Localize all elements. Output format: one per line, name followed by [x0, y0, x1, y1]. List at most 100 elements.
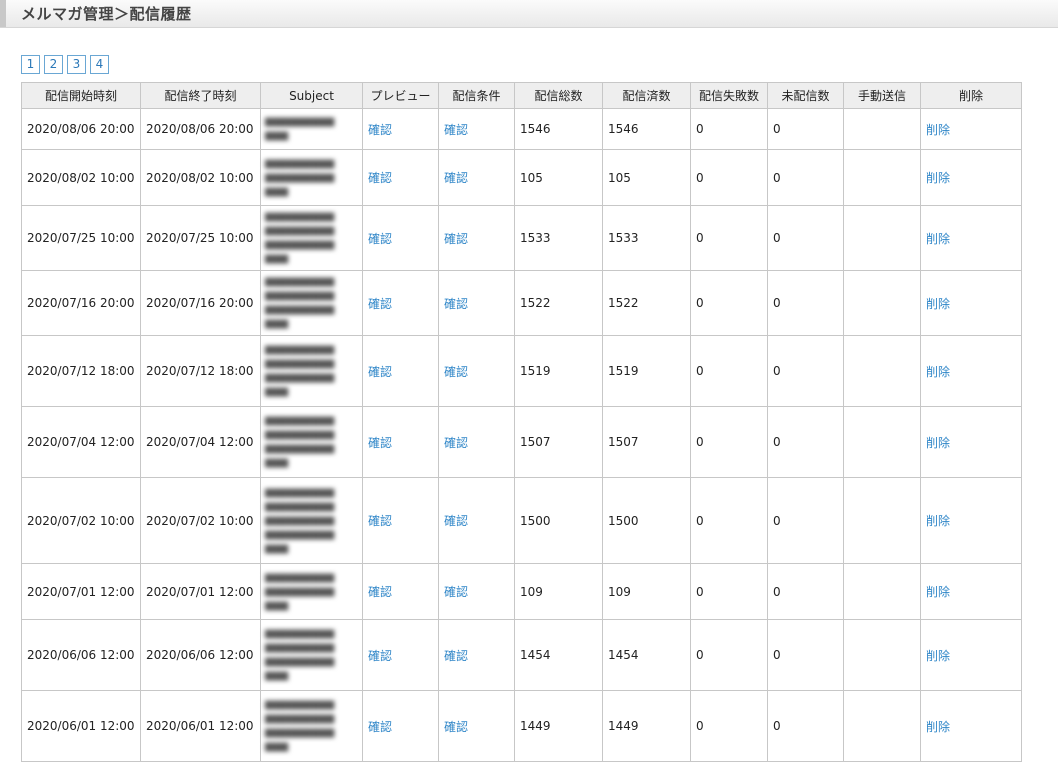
delete-cell: 削除	[920, 477, 1022, 564]
condition-confirm-link[interactable]: 確認	[444, 171, 468, 185]
preview-confirm-link[interactable]: 確認	[368, 436, 392, 450]
sent-count-cell: 1449	[602, 690, 691, 762]
table-header-row: 配信開始時刻 配信終了時刻 Subject プレビュー 配信条件 配信総数 配信…	[21, 82, 1022, 109]
manual-send-cell	[843, 270, 921, 336]
subject-cell: ▆▆▆▆▆▆▆▆▆ ▆▆▆▆▆▆▆▆▆ ▆▆▆▆▆▆▆▆▆ ▆▆▆	[260, 335, 363, 407]
page-button-2[interactable]: 2	[44, 55, 63, 74]
delete-link[interactable]: 削除	[926, 514, 950, 528]
end-time-cell: 2020/06/06 12:00	[140, 619, 261, 691]
failed-count-cell: 0	[690, 335, 768, 407]
delete-link[interactable]: 削除	[926, 123, 950, 137]
manual-send-cell	[843, 690, 921, 762]
unsent-count-cell: 0	[767, 205, 844, 271]
end-time-cell: 2020/08/06 20:00	[140, 108, 261, 150]
preview-confirm-link[interactable]: 確認	[368, 720, 392, 734]
delete-cell: 削除	[920, 270, 1022, 336]
condition-cell: 確認	[438, 619, 515, 691]
sent-count-cell: 1519	[602, 335, 691, 407]
start-time-cell: 2020/07/25 10:00	[21, 205, 141, 271]
condition-confirm-link[interactable]: 確認	[444, 232, 468, 246]
page-header: メルマガ管理＞配信履歴	[0, 0, 1058, 28]
delete-link[interactable]: 削除	[926, 365, 950, 379]
start-time-cell: 2020/07/12 18:00	[21, 335, 141, 407]
unsent-count-cell: 0	[767, 270, 844, 336]
column-header-delete: 削除	[920, 82, 1022, 109]
delete-cell: 削除	[920, 619, 1022, 691]
preview-cell: 確認	[362, 270, 439, 336]
manual-send-cell	[843, 406, 921, 478]
page-button-4[interactable]: 4	[90, 55, 109, 74]
page-button-1[interactable]: 1	[21, 55, 40, 74]
delete-link[interactable]: 削除	[926, 585, 950, 599]
condition-confirm-link[interactable]: 確認	[444, 123, 468, 137]
delete-link[interactable]: 削除	[926, 232, 950, 246]
delete-link[interactable]: 削除	[926, 436, 950, 450]
preview-confirm-link[interactable]: 確認	[368, 514, 392, 528]
total-count-cell: 1522	[514, 270, 603, 336]
preview-confirm-link[interactable]: 確認	[368, 297, 392, 311]
preview-confirm-link[interactable]: 確認	[368, 649, 392, 663]
total-count-cell: 1507	[514, 406, 603, 478]
preview-confirm-link[interactable]: 確認	[368, 585, 392, 599]
preview-cell: 確認	[362, 477, 439, 564]
subject-cell: ▆▆▆▆▆▆▆▆▆ ▆▆▆▆▆▆▆▆▆ ▆▆▆▆▆▆▆▆▆ ▆▆▆	[260, 619, 363, 691]
failed-count-cell: 0	[690, 690, 768, 762]
preview-cell: 確認	[362, 335, 439, 407]
table-row: 2020/07/16 20:00 2020/07/16 20:00 ▆▆▆▆▆▆▆▆…	[21, 270, 1022, 336]
condition-confirm-link[interactable]: 確認	[444, 365, 468, 379]
subject-redacted: ▆▆▆▆▆▆▆▆▆ ▆▆▆▆▆▆▆▆▆ ▆▆▆▆▆▆▆▆▆ ▆▆▆	[265, 699, 335, 752]
total-count-cell: 1500	[514, 477, 603, 564]
failed-count-cell: 0	[690, 108, 768, 150]
start-time-cell: 2020/08/02 10:00	[21, 149, 141, 206]
subject-cell: ▆▆▆▆▆▆▆▆▆ ▆▆▆▆▆▆▆▆▆ ▆▆▆▆▆▆▆▆▆ ▆▆▆	[260, 690, 363, 762]
table-row: 2020/07/04 12:00 2020/07/04 12:00 ▆▆▆▆▆▆▆▆…	[21, 406, 1022, 478]
manual-send-cell	[843, 477, 921, 564]
delete-cell: 削除	[920, 108, 1022, 150]
sent-count-cell: 109	[602, 563, 691, 620]
condition-confirm-link[interactable]: 確認	[444, 720, 468, 734]
delete-cell: 削除	[920, 149, 1022, 206]
failed-count-cell: 0	[690, 149, 768, 206]
condition-confirm-link[interactable]: 確認	[444, 436, 468, 450]
preview-confirm-link[interactable]: 確認	[368, 365, 392, 379]
sent-count-cell: 1500	[602, 477, 691, 564]
delete-link[interactable]: 削除	[926, 171, 950, 185]
subject-redacted: ▆▆▆▆▆▆▆▆▆ ▆▆▆	[265, 116, 335, 141]
unsent-count-cell: 0	[767, 108, 844, 150]
manual-send-cell	[843, 619, 921, 691]
preview-confirm-link[interactable]: 確認	[368, 232, 392, 246]
table-row: 2020/06/01 12:00 2020/06/01 12:00 ▆▆▆▆▆▆▆▆…	[21, 690, 1022, 762]
column-header-end-time: 配信終了時刻	[140, 82, 261, 109]
page-button-3[interactable]: 3	[67, 55, 86, 74]
table-row: 2020/07/01 12:00 2020/07/01 12:00 ▆▆▆▆▆▆▆▆…	[21, 563, 1022, 620]
sent-count-cell: 1454	[602, 619, 691, 691]
preview-confirm-link[interactable]: 確認	[368, 171, 392, 185]
table-body: 2020/08/06 20:00 2020/08/06 20:00 ▆▆▆▆▆▆▆▆…	[21, 108, 1022, 762]
total-count-cell: 1533	[514, 205, 603, 271]
delete-link[interactable]: 削除	[926, 297, 950, 311]
manual-send-cell	[843, 108, 921, 150]
unsent-count-cell: 0	[767, 149, 844, 206]
delete-link[interactable]: 削除	[926, 720, 950, 734]
subject-redacted: ▆▆▆▆▆▆▆▆▆ ▆▆▆▆▆▆▆▆▆ ▆▆▆▆▆▆▆▆▆ ▆▆▆▆▆▆▆▆▆ ▆▆▆	[265, 486, 335, 554]
condition-confirm-link[interactable]: 確認	[444, 649, 468, 663]
end-time-cell: 2020/08/02 10:00	[140, 149, 261, 206]
failed-count-cell: 0	[690, 619, 768, 691]
failed-count-cell: 0	[690, 270, 768, 336]
unsent-count-cell: 0	[767, 477, 844, 564]
column-header-preview: プレビュー	[362, 82, 439, 109]
end-time-cell: 2020/06/01 12:00	[140, 690, 261, 762]
preview-confirm-link[interactable]: 確認	[368, 123, 392, 137]
delete-cell: 削除	[920, 205, 1022, 271]
condition-confirm-link[interactable]: 確認	[444, 297, 468, 311]
start-time-cell: 2020/06/01 12:00	[21, 690, 141, 762]
table-row: 2020/07/02 10:00 2020/07/02 10:00 ▆▆▆▆▆▆▆▆…	[21, 477, 1022, 564]
condition-cell: 確認	[438, 335, 515, 407]
delete-link[interactable]: 削除	[926, 649, 950, 663]
subject-redacted: ▆▆▆▆▆▆▆▆▆ ▆▆▆▆▆▆▆▆▆ ▆▆▆▆▆▆▆▆▆ ▆▆▆	[265, 211, 335, 264]
end-time-cell: 2020/07/02 10:00	[140, 477, 261, 564]
condition-confirm-link[interactable]: 確認	[444, 514, 468, 528]
table-row: 2020/07/12 18:00 2020/07/12 18:00 ▆▆▆▆▆▆▆▆…	[21, 335, 1022, 407]
condition-confirm-link[interactable]: 確認	[444, 585, 468, 599]
start-time-cell: 2020/07/16 20:00	[21, 270, 141, 336]
